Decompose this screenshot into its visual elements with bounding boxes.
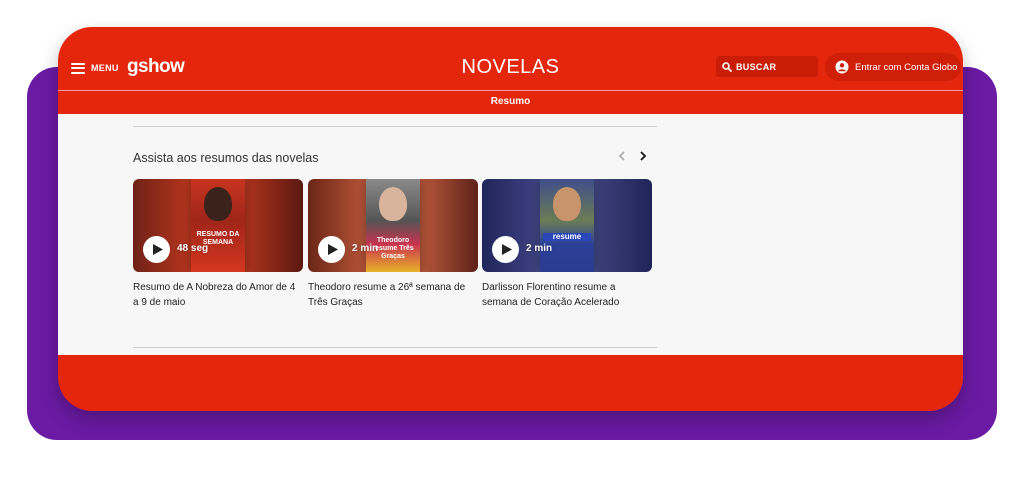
section-title: Assista aos resumos das novelas	[133, 151, 319, 165]
chevron-right-icon	[640, 151, 647, 161]
video-caption[interactable]: Theodoro resume a 26ª semana de Três Gra…	[308, 280, 478, 310]
login-label: Entrar com Conta Globo	[855, 61, 958, 73]
video-duration: 2 min	[352, 243, 379, 254]
video-caption[interactable]: Darlisson Florentino resume a semana de …	[482, 280, 652, 310]
thumbnail-still: RESUMO DA SEMANA	[191, 179, 245, 272]
search-input[interactable]: BUSCAR	[716, 56, 818, 77]
search-icon	[722, 61, 732, 72]
video-duration: 48 seg	[177, 243, 209, 254]
thumbnail-still: Theodoro resume Três Graças	[366, 179, 420, 272]
play-icon	[327, 244, 338, 255]
video-thumbnail[interactable]: resume 2 min	[482, 179, 652, 272]
video-caption[interactable]: Resumo de A Nobreza do Amor de 4 a 9 de …	[133, 280, 303, 310]
divider-bottom	[133, 347, 657, 348]
carousel-next-button[interactable]	[636, 149, 650, 163]
video-duration: 2 min	[526, 243, 553, 254]
footer-band	[58, 355, 963, 371]
play-icon	[152, 244, 163, 255]
thumbnail-still: resume	[540, 179, 594, 272]
video-card[interactable]: RESUMO DA SEMANA 48 seg Resumo de A Nobr…	[133, 179, 303, 310]
content-area: Assista aos resumos das novelas RESUMO D…	[58, 114, 963, 355]
thumbnail-overlay-text: resume	[543, 233, 591, 241]
play-button[interactable]	[492, 236, 519, 263]
video-card[interactable]: Theodoro resume Três Graças 2 min Theodo…	[308, 179, 478, 310]
video-card[interactable]: resume 2 min Darlisson Florentino resume…	[482, 179, 652, 310]
subnav: Resumo	[58, 91, 963, 114]
video-thumbnail[interactable]: Theodoro resume Três Graças 2 min	[308, 179, 478, 272]
user-icon	[835, 60, 849, 74]
presenter-face	[379, 187, 407, 221]
subnav-link-resumo[interactable]: Resumo	[491, 96, 530, 107]
presenter-face	[553, 187, 581, 221]
login-button[interactable]: Entrar com Conta Globo	[825, 53, 961, 81]
play-button[interactable]	[143, 236, 170, 263]
chevron-left-icon	[618, 151, 625, 161]
presenter-face	[204, 187, 232, 221]
top-bar: MENU gshow NOVELAS BUSCAR Entrar com Con…	[58, 27, 963, 90]
video-thumbnail[interactable]: RESUMO DA SEMANA 48 seg	[133, 179, 303, 272]
search-placeholder: BUSCAR	[736, 61, 777, 72]
play-icon	[501, 244, 512, 255]
browser-frame: MENU gshow NOVELAS BUSCAR Entrar com Con…	[58, 27, 963, 411]
divider-top	[133, 126, 657, 127]
play-button[interactable]	[318, 236, 345, 263]
carousel-prev-button[interactable]	[615, 149, 629, 163]
